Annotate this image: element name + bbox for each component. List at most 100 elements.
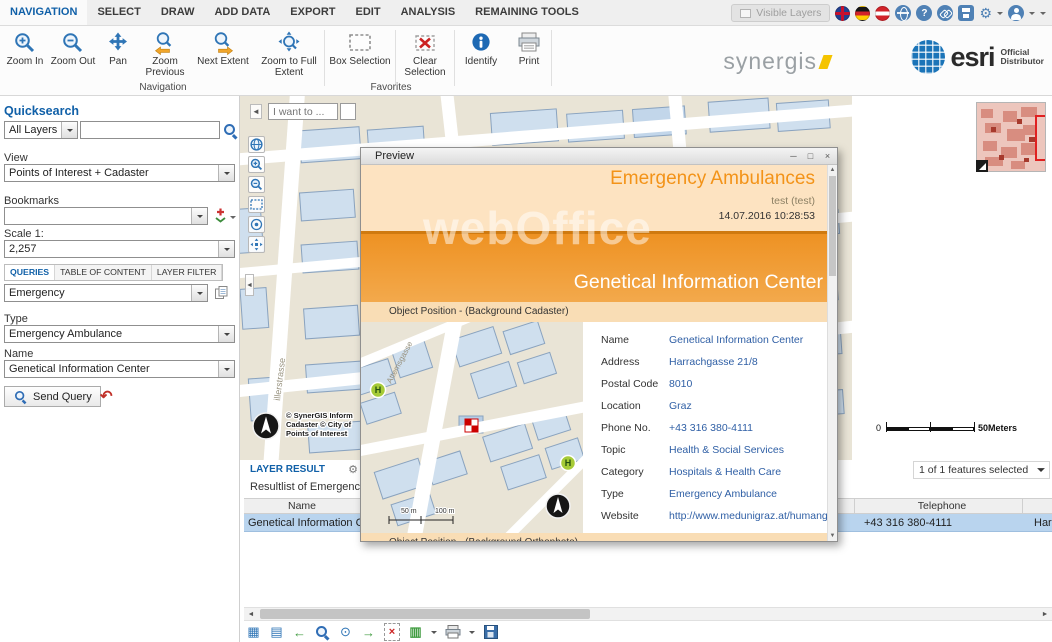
- selected-feature-marker-icon[interactable]: [465, 419, 478, 432]
- attribute-table-icon[interactable]: ▤: [269, 623, 284, 641]
- print-button[interactable]: Print: [507, 26, 551, 86]
- link-icon[interactable]: [937, 5, 953, 21]
- user-icon[interactable]: [1008, 5, 1024, 21]
- quicksearch-input[interactable]: [80, 121, 220, 139]
- menu-item-remaining-tools[interactable]: REMAINING TOOLS: [465, 0, 589, 25]
- zoom-window-tool-icon[interactable]: [248, 196, 265, 213]
- type-select[interactable]: Emergency Ambulance: [4, 325, 235, 343]
- manage-queries-icon[interactable]: [214, 285, 229, 303]
- settings-gear-icon[interactable]: ⚙: [979, 5, 992, 21]
- language-german-flag-icon[interactable]: [855, 6, 870, 21]
- menu-item-select[interactable]: SELECT: [87, 0, 150, 25]
- previous-feature-icon[interactable]: ←: [292, 623, 307, 641]
- attribute-row: Phone No.+43 316 380-4111: [601, 421, 829, 443]
- menu-item-draw[interactable]: DRAW: [151, 0, 205, 25]
- menu-item-edit[interactable]: EDIT: [346, 0, 391, 25]
- next-extent-button[interactable]: Next Extent: [192, 26, 254, 86]
- tab-layer-filter[interactable]: LAYER FILTER: [152, 265, 223, 280]
- scrollbar-thumb[interactable]: [260, 609, 590, 619]
- scroll-down-icon[interactable]: ▼: [828, 531, 837, 541]
- user-caret-icon[interactable]: [1029, 12, 1035, 18]
- preview-titlebar[interactable]: Preview ─ □ ×: [361, 148, 837, 165]
- quicksearch-search-icon[interactable]: [223, 123, 238, 141]
- menu-item-export[interactable]: EXPORT: [280, 0, 345, 25]
- menu-item-analysis[interactable]: ANALYSIS: [391, 0, 466, 25]
- view-select[interactable]: Points of Interest + Cadaster: [4, 164, 235, 182]
- zoom-out-button[interactable]: Zoom Out: [48, 26, 98, 86]
- scroll-left-icon[interactable]: ◄: [244, 608, 258, 620]
- layer-result-gear-icon[interactable]: ⚙: [348, 463, 358, 476]
- box-selection-button[interactable]: Box Selection: [325, 26, 395, 86]
- preview-scrollbar[interactable]: ▲ ▼: [827, 165, 837, 541]
- zoom-previous-button[interactable]: ZoomPrevious: [138, 26, 192, 86]
- center-tool-icon[interactable]: [248, 216, 265, 233]
- settings-caret-icon[interactable]: [997, 12, 1003, 18]
- restore-icon[interactable]: □: [803, 150, 818, 163]
- minimize-icon[interactable]: ─: [786, 150, 801, 163]
- pan-to-feature-icon[interactable]: ⊙: [338, 623, 353, 641]
- preview-map[interactable]: Attemsgasse H H: [361, 322, 583, 533]
- visible-layers-toggle[interactable]: Visible Layers: [731, 4, 830, 22]
- globe-icon[interactable]: [895, 5, 911, 21]
- attribute-row: Websitehttp://www.medunigraz.at/humangen…: [601, 509, 829, 531]
- collapse-sidebar-icon[interactable]: ◄: [250, 104, 262, 119]
- tab-table-of-content[interactable]: TABLE OF CONTENT: [55, 265, 152, 280]
- toolbar-separator: [551, 30, 552, 86]
- website-link[interactable]: http://www.medunigraz.at/humangenetik/: [669, 509, 837, 531]
- save-results-icon[interactable]: [483, 623, 498, 641]
- scroll-up-icon[interactable]: ▲: [828, 165, 837, 175]
- i-want-to-input[interactable]: [268, 103, 338, 120]
- hospital-marker-icon[interactable]: H: [371, 383, 386, 398]
- export-results-icon[interactable]: ▥: [408, 623, 423, 641]
- bookmarks-select[interactable]: [4, 207, 208, 225]
- menu-item-add-data[interactable]: ADD DATA: [204, 0, 280, 25]
- full-extent-tool-icon[interactable]: [248, 236, 265, 253]
- pan-icon: [105, 30, 131, 56]
- tab-queries[interactable]: QUERIES: [5, 265, 55, 280]
- clear-selection-button[interactable]: ClearSelection: [396, 26, 454, 86]
- collapse-panel-handle[interactable]: ◄: [245, 274, 254, 296]
- name-select[interactable]: Genetical Information Center: [4, 360, 235, 378]
- export-caret-icon[interactable]: [431, 631, 437, 637]
- zoom-to-feature-icon[interactable]: [315, 623, 330, 641]
- overview-extent-box[interactable]: [1035, 115, 1046, 161]
- zoom-full-extent-button[interactable]: Zoom to FullExtent: [254, 26, 324, 86]
- select-results-icon[interactable]: ▦: [246, 623, 261, 641]
- features-selected-dropdown[interactable]: 1 of 1 features selected: [913, 461, 1050, 479]
- svg-text:H: H: [375, 385, 382, 395]
- close-icon[interactable]: ×: [820, 150, 835, 163]
- bookmark-caret-icon[interactable]: [230, 216, 236, 222]
- search-layers-select[interactable]: All Layers: [4, 121, 78, 139]
- layer-result-tab[interactable]: LAYER RESULT: [250, 464, 325, 475]
- next-feature-icon[interactable]: →: [361, 623, 376, 641]
- pan-button[interactable]: Pan: [98, 26, 138, 86]
- preview-scrollbar-thumb[interactable]: [829, 176, 836, 276]
- zoom-in-tool-icon[interactable]: [248, 156, 265, 173]
- chevron-down-icon: [224, 333, 230, 339]
- scale-select[interactable]: 2,257: [4, 240, 235, 258]
- synergis-spark-icon: [818, 55, 832, 69]
- section-orthophoto-label: Object Position - (Background Orthophoto…: [361, 533, 829, 541]
- more-caret-icon[interactable]: [1040, 12, 1046, 18]
- add-bookmark-icon[interactable]: [213, 207, 228, 226]
- print-caret-icon[interactable]: [469, 631, 475, 637]
- print-results-icon[interactable]: [445, 623, 461, 641]
- i-want-to-extra-box[interactable]: [340, 103, 356, 120]
- zoom-in-button[interactable]: Zoom In: [2, 26, 48, 86]
- hospital-marker-icon[interactable]: H: [561, 456, 576, 471]
- scroll-right-icon[interactable]: ►: [1038, 608, 1052, 620]
- send-query-button[interactable]: Send Query: [4, 386, 101, 407]
- globe-tool-icon[interactable]: [248, 136, 265, 153]
- zoom-out-tool-icon[interactable]: [248, 176, 265, 193]
- language-english-flag-icon[interactable]: [835, 6, 850, 21]
- identify-button[interactable]: Identify: [455, 26, 507, 86]
- menu-item-navigation[interactable]: NAVIGATION: [0, 0, 87, 25]
- save-session-icon[interactable]: [958, 5, 974, 21]
- help-icon[interactable]: ?: [916, 5, 932, 21]
- clear-results-icon[interactable]: ×: [384, 623, 400, 641]
- reset-query-icon[interactable]: ↶: [100, 387, 113, 405]
- overview-expand-icon[interactable]: [976, 160, 988, 172]
- query-select[interactable]: Emergency: [4, 284, 208, 302]
- horizontal-scrollbar[interactable]: ◄ ►: [244, 607, 1052, 621]
- language-austrian-flag-icon[interactable]: [875, 6, 890, 21]
